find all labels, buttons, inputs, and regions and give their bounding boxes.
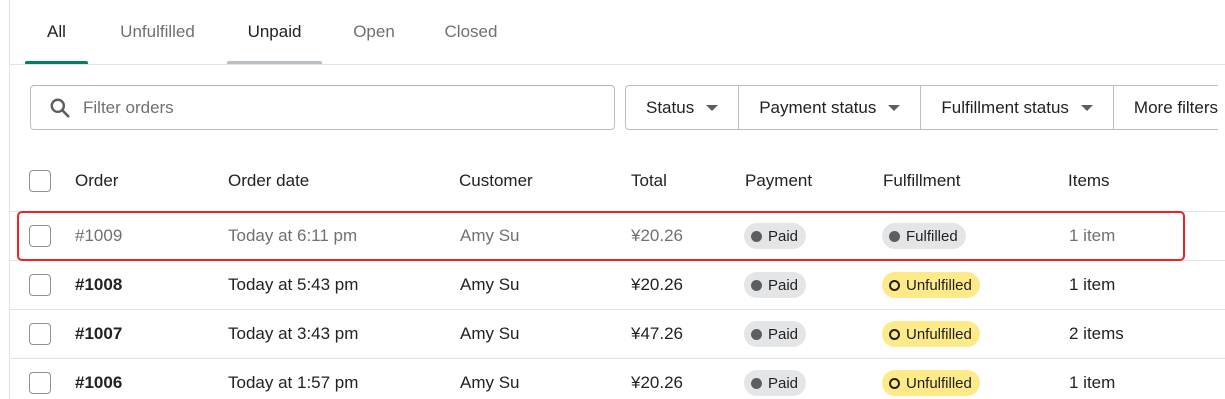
tab-label: Closed xyxy=(444,22,498,41)
status-dot-icon xyxy=(751,377,762,389)
order-total: ¥20.26 xyxy=(631,373,683,392)
filter-label: Fulfillment status xyxy=(941,97,1069,117)
order-number[interactable]: #1009 xyxy=(75,212,122,260)
status-ring-icon xyxy=(889,279,900,291)
tab-label: Unfulfilled xyxy=(120,22,195,41)
badge-label: Paid xyxy=(768,227,799,245)
badge-label: Unfulfilled xyxy=(906,325,972,343)
column-header-order-date[interactable]: Order date xyxy=(228,150,309,211)
order-number[interactable]: #1008 xyxy=(75,261,122,309)
table-row[interactable]: #1009 Today at 6:11 pm Amy Su ¥20.26 Pai… xyxy=(10,212,1225,261)
order-number[interactable]: #1007 xyxy=(75,310,122,358)
filter-label: Status xyxy=(646,97,695,117)
column-header-total[interactable]: Total xyxy=(631,150,667,211)
filter-label: Payment status xyxy=(759,97,877,117)
column-header-order[interactable]: Order xyxy=(75,150,118,211)
status-ring-icon xyxy=(889,377,900,389)
caret-down-icon xyxy=(1080,104,1093,111)
filter-label: More filters xyxy=(1133,97,1218,117)
customer-name: Amy Su xyxy=(460,275,520,294)
fulfillment-status-badge: Unfulfilled xyxy=(882,370,980,396)
column-header-fulfillment[interactable]: Fulfillment xyxy=(883,150,960,211)
filter-orders-search xyxy=(30,85,615,130)
order-tabs: All Unfulfilled Unpaid Open Closed xyxy=(10,0,1225,65)
column-header-items[interactable]: Items xyxy=(1068,150,1110,211)
item-count: 2 items xyxy=(1069,324,1124,343)
table-row[interactable]: #1008 Today at 5:43 pm Amy Su ¥20.26 Pai… xyxy=(10,261,1225,310)
more-filters-button[interactable]: More filters xyxy=(1114,86,1218,129)
badge-label: Unfulfilled xyxy=(906,276,972,294)
tab-unpaid[interactable]: Unpaid xyxy=(227,0,322,64)
table-row[interactable]: #1006 Today at 1:57 pm Amy Su ¥20.26 Pai… xyxy=(10,359,1225,399)
payment-status-badge: Paid xyxy=(744,370,807,396)
search-icon xyxy=(50,98,70,118)
row-select-checkbox[interactable] xyxy=(29,323,51,345)
tab-unfulfilled[interactable]: Unfulfilled xyxy=(105,0,210,64)
order-date: Today at 5:43 pm xyxy=(228,275,359,294)
customer-name: Amy Su xyxy=(460,226,520,245)
row-select-checkbox[interactable] xyxy=(29,372,51,394)
fulfillment-status-badge: Unfulfilled xyxy=(882,321,980,347)
customer-name: Amy Su xyxy=(460,373,520,392)
badge-label: Fulfilled xyxy=(906,227,958,245)
payment-status-badge: Paid xyxy=(744,321,807,347)
fulfillment-status-filter-button[interactable]: Fulfillment status xyxy=(921,86,1114,129)
row-select-checkbox[interactable] xyxy=(29,225,51,247)
order-number[interactable]: #1006 xyxy=(75,359,122,399)
payment-status-filter-button[interactable]: Payment status xyxy=(739,86,922,129)
tab-label: All xyxy=(47,22,66,41)
status-dot-icon xyxy=(751,328,762,340)
payment-status-badge: Paid xyxy=(744,272,807,298)
orders-table: Order Order date Customer Total Payment … xyxy=(10,150,1225,399)
tab-hover-indicator xyxy=(227,61,322,64)
row-select-checkbox[interactable] xyxy=(29,274,51,296)
item-count: 1 item xyxy=(1069,226,1116,245)
status-ring-icon xyxy=(889,328,900,340)
tab-all[interactable]: All xyxy=(25,0,88,64)
item-count: 1 item xyxy=(1069,373,1116,392)
column-header-payment[interactable]: Payment xyxy=(745,150,812,211)
status-dot-icon xyxy=(751,230,762,242)
tab-label: Unpaid xyxy=(247,22,302,41)
tab-open[interactable]: Open xyxy=(340,0,408,64)
status-dot-icon xyxy=(751,279,762,291)
search-input[interactable] xyxy=(83,97,563,118)
column-header-customer[interactable]: Customer xyxy=(459,150,533,211)
status-filter-button[interactable]: Status xyxy=(626,86,740,129)
fulfillment-status-badge: Unfulfilled xyxy=(882,272,980,298)
badge-label: Paid xyxy=(768,325,799,343)
order-total: ¥20.26 xyxy=(631,226,683,245)
payment-status-badge: Paid xyxy=(744,223,807,249)
tab-active-indicator xyxy=(25,61,88,64)
tab-closed[interactable]: Closed xyxy=(430,0,512,64)
select-all-checkbox[interactable] xyxy=(29,169,51,192)
order-date: Today at 1:57 pm xyxy=(228,373,359,392)
table-header-row: Order Order date Customer Total Payment … xyxy=(10,150,1225,212)
badge-label: Paid xyxy=(768,374,799,392)
fulfillment-status-badge: Fulfilled xyxy=(882,223,966,249)
order-total: ¥20.26 xyxy=(631,275,683,294)
caret-down-icon xyxy=(706,104,719,111)
table-row[interactable]: #1007 Today at 3:43 pm Amy Su ¥47.26 Pai… xyxy=(10,310,1225,359)
status-dot-icon xyxy=(889,230,900,242)
badge-label: Paid xyxy=(768,276,799,294)
tab-label: Open xyxy=(353,22,395,41)
customer-name: Amy Su xyxy=(460,324,520,343)
item-count: 1 item xyxy=(1069,275,1116,294)
order-total: ¥47.26 xyxy=(631,324,683,343)
badge-label: Unfulfilled xyxy=(906,374,972,392)
order-date: Today at 6:11 pm xyxy=(228,226,358,245)
caret-down-icon xyxy=(888,104,901,111)
order-date: Today at 3:43 pm xyxy=(228,324,359,343)
filter-button-group: Status Payment status Fulfillment status… xyxy=(625,85,1218,130)
